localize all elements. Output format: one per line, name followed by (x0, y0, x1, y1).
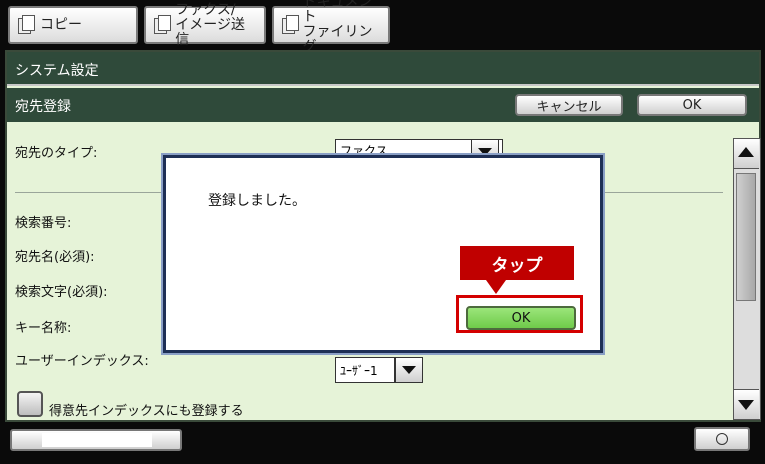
tap-highlight-box (456, 295, 583, 333)
tab-document-filing[interactable]: ドキュメント ファイリング (272, 0, 390, 55)
search-text-label: 検索文字(必須): (15, 285, 108, 300)
copy-icon (16, 15, 36, 35)
scroll-down-icon[interactable] (734, 389, 759, 419)
favorite-index-label: 得意先インデックスにも登録する (49, 404, 244, 419)
tap-callout-tail (486, 280, 506, 294)
user-index-label: ユーザーインデックス: (15, 354, 149, 369)
brightness-button[interactable] (694, 427, 750, 451)
scroll-up-icon[interactable] (734, 139, 759, 169)
tab-fax-label-line2: イメージ送信 (175, 16, 246, 48)
tab-fax-label: ファクス/ イメージ送信 (175, 1, 256, 48)
address-registration-title: 宛先登録 (15, 99, 71, 115)
ok-button[interactable]: OK (637, 94, 747, 116)
system-settings-title: システム設定 (15, 63, 99, 79)
tab-doc-label-line1: ドキュメント (302, 0, 373, 25)
tab-fax-image-send[interactable]: ファクス/ イメージ送信 (144, 2, 266, 47)
tap-callout: タップ (460, 246, 574, 280)
fax-icon (152, 15, 172, 35)
scroll-thumb[interactable] (736, 173, 756, 301)
sun-icon (716, 433, 728, 445)
dialog-message: 登録しました。 (208, 193, 306, 209)
scrollbar[interactable] (733, 138, 761, 420)
system-settings-bar: システム設定 (7, 52, 759, 86)
search-number-label: 検索番号: (15, 216, 72, 231)
tab-copy-label: コピー (40, 16, 82, 33)
device-frame: コピー ファクス/ イメージ送信 ドキュメント ファイリング システム設定 宛先… (0, 0, 765, 464)
document-icon (280, 15, 300, 35)
mode-tabs: コピー ファクス/ イメージ送信 ドキュメント ファイリング (8, 0, 390, 55)
dest-type-label: 宛先のタイプ: (15, 146, 98, 161)
favorite-index-checkbox[interactable] (17, 391, 43, 417)
tab-fax-label-line1: ファクス/ (175, 1, 236, 18)
cancel-button[interactable]: キャンセル (515, 94, 623, 116)
dest-name-label: 宛先名(必須): (15, 250, 95, 265)
user-index-select[interactable]: ﾕｰｻﾞｰ1 (335, 357, 395, 383)
chevron-down-icon[interactable] (395, 357, 423, 383)
tab-copy[interactable]: コピー (8, 6, 138, 44)
tab-doc-label: ドキュメント ファイリング (302, 0, 380, 55)
key-name-label: キー名称: (15, 321, 72, 336)
job-status-button[interactable] (10, 429, 182, 451)
